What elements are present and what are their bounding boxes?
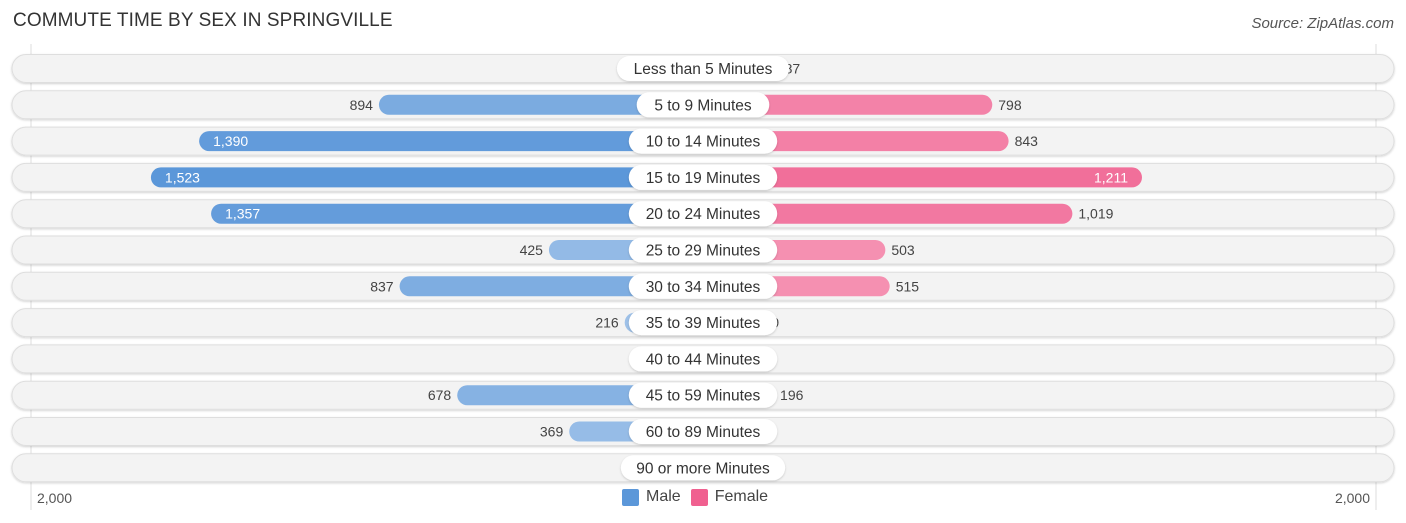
chart-row: 1,523 1,211 15 to 19 Minutes: [11, 162, 1395, 192]
legend-swatch-female: [690, 488, 708, 506]
legend-item-female[interactable]: Female: [690, 488, 769, 506]
category-label: 45 to 59 Minutes: [646, 388, 761, 405]
female-value-label: 1,211: [1094, 169, 1128, 185]
male-value-label: 369: [540, 424, 564, 440]
category-label: 20 to 24 Minutes: [646, 206, 761, 223]
male-value-label: 1,390: [213, 133, 248, 149]
male-value-label: 678: [428, 387, 452, 403]
chart-row: 678 196 45 to 59 Minutes: [11, 380, 1395, 410]
legend-item-male[interactable]: Male: [622, 488, 681, 506]
axis-label-left: 2,000: [37, 490, 73, 506]
female-value-label: 196: [780, 387, 804, 403]
male-value-label: 425: [520, 242, 544, 258]
category-label: 90 or more Minutes: [636, 460, 770, 477]
female-value-label: 515: [896, 278, 920, 294]
male-bar[interactable]: [150, 167, 714, 188]
legend-label-female: Female: [714, 488, 769, 505]
chart-canvas: 108187Less than 5 Minutes 894 798 5 to 9 Mi…: [11, 44, 1395, 510]
chart-row: 1415790 or more Minutes: [11, 453, 1395, 483]
chart-row: 894 798 5 to 9 Minutes: [11, 90, 1395, 120]
chart-row: 21612935 to 39 Minutes: [11, 308, 1395, 338]
legend-swatch-male: [622, 488, 639, 506]
category-label: 10 to 14 Minutes: [646, 134, 761, 151]
female-value-label: 843: [1015, 133, 1039, 149]
legend-label-male: Male: [646, 488, 681, 505]
female-value-label: 798: [998, 97, 1022, 113]
chart-row: 108187Less than 5 Minutes: [11, 54, 1395, 83]
category-label: 15 to 19 Minutes: [646, 170, 761, 187]
axis-label-right: 2,000: [1334, 490, 1370, 506]
female-value-label: 1,019: [1078, 206, 1113, 222]
category-label: 25 to 29 Minutes: [646, 243, 761, 260]
male-value-label: 1,357: [225, 206, 260, 222]
category-label: Less than 5 Minutes: [634, 61, 773, 78]
chart-row: 36910260 to 89 Minutes: [11, 417, 1395, 446]
chart-row: 1123540 to 44 Minutes: [11, 344, 1395, 374]
chart-row: 1,357 1,019 20 to 24 Minutes: [11, 199, 1395, 229]
male-value-label: 1,523: [165, 169, 200, 185]
legend: Male Female: [622, 488, 778, 506]
chart-row: 425 503 25 to 29 Minutes: [11, 235, 1395, 265]
category-label: 60 to 89 Minutes: [646, 424, 761, 441]
category-label: 35 to 39 Minutes: [646, 315, 761, 332]
chart-row: 1,390 843 10 to 14 Minutes: [11, 126, 1395, 156]
chart-row: 837 515 30 to 34 Minutes: [11, 271, 1395, 301]
male-value-label: 837: [370, 278, 394, 294]
male-value-label: 216: [595, 315, 619, 331]
male-value-label: 894: [350, 97, 374, 113]
category-label: 40 to 44 Minutes: [646, 351, 761, 368]
female-value-label: 503: [891, 242, 915, 258]
category-label: 5 to 9 Minutes: [654, 97, 752, 114]
category-label: 30 to 34 Minutes: [646, 279, 761, 296]
